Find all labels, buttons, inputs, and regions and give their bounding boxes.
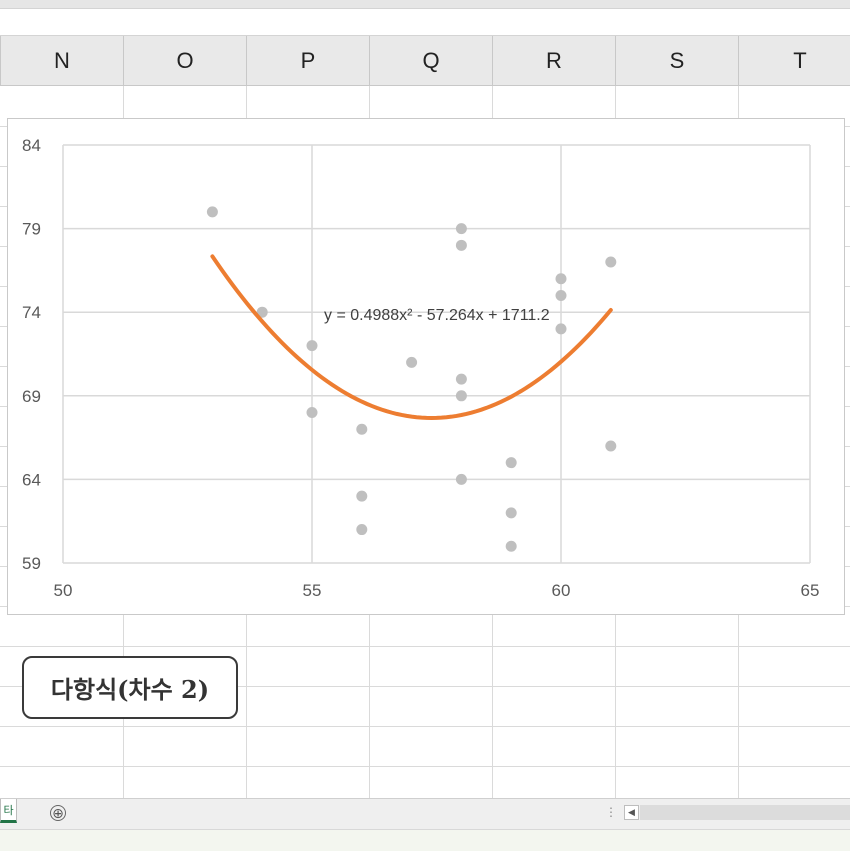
row-gridline [0, 766, 850, 767]
sheet-tab-label: 타 [3, 804, 14, 817]
data-point [555, 323, 567, 335]
column-header-n[interactable]: N [0, 36, 123, 85]
chart-type-label-text: 다항식(차수 2) [50, 675, 210, 704]
sheet-tab[interactable]: 타 [0, 799, 17, 823]
column-header-row: NOPQRST [0, 36, 850, 86]
y-tick-label: 84 [22, 136, 41, 155]
x-tick-label: 55 [303, 581, 322, 600]
data-point [455, 223, 467, 235]
column-header-p[interactable]: P [246, 36, 369, 85]
column-header-t[interactable]: T [738, 36, 850, 85]
data-point [605, 440, 617, 452]
scroll-left-icon[interactable]: ◀ [624, 805, 639, 820]
formula-bar[interactable] [0, 9, 850, 36]
y-tick-label: 74 [22, 303, 41, 322]
x-tick-label: 60 [552, 581, 571, 600]
x-tick-label: 50 [54, 581, 73, 600]
data-point [306, 340, 318, 352]
ribbon-edge [0, 0, 850, 9]
data-point [505, 457, 517, 469]
data-point [455, 239, 467, 251]
data-point [505, 507, 517, 519]
column-header-o[interactable]: O [123, 36, 246, 85]
data-point [356, 423, 368, 435]
chart-type-label: 다항식(차수 2) [22, 656, 238, 719]
data-point [455, 373, 467, 385]
chart-area[interactable]: 84 79 74 69 64 59 50 55 60 65 y = 0.4988x² - 57.26… [7, 118, 845, 615]
data-point [555, 289, 567, 301]
data-point [406, 356, 418, 368]
column-header-q[interactable]: Q [369, 36, 492, 85]
data-point [455, 473, 467, 485]
scatter-chart: 84 79 74 69 64 59 50 55 60 65 y = 0.4988x² - 57.26… [22, 136, 820, 600]
data-point [356, 490, 368, 502]
data-point [356, 524, 368, 536]
status-bar [0, 829, 850, 851]
y-tick-label: 79 [22, 220, 41, 239]
data-point [455, 390, 467, 402]
data-point [555, 273, 567, 285]
y-tick-label: 69 [22, 387, 41, 406]
data-point [206, 206, 218, 218]
row-gridline [0, 646, 850, 647]
add-sheet-icon[interactable]: ⊕ [50, 805, 66, 821]
column-header-s[interactable]: S [615, 36, 738, 85]
column-header-r[interactable]: R [492, 36, 615, 85]
trendline [210, 254, 613, 420]
data-point [505, 540, 517, 552]
row-gridline [0, 726, 850, 727]
data-point [306, 407, 318, 419]
trendline-equation: y = 0.4988x² - 57.264x + 1711.2 [324, 307, 550, 324]
y-tick-label: 64 [22, 470, 41, 489]
tab-split-handle[interactable]: ⋮ [605, 805, 617, 819]
sheet-tab-bar: 타 ⊕ ⋮ ◀ [0, 798, 850, 829]
y-tick-label: 59 [22, 554, 41, 573]
horizontal-scrollbar[interactable] [640, 805, 850, 820]
x-tick-label: 65 [801, 581, 820, 600]
data-point [605, 256, 617, 268]
